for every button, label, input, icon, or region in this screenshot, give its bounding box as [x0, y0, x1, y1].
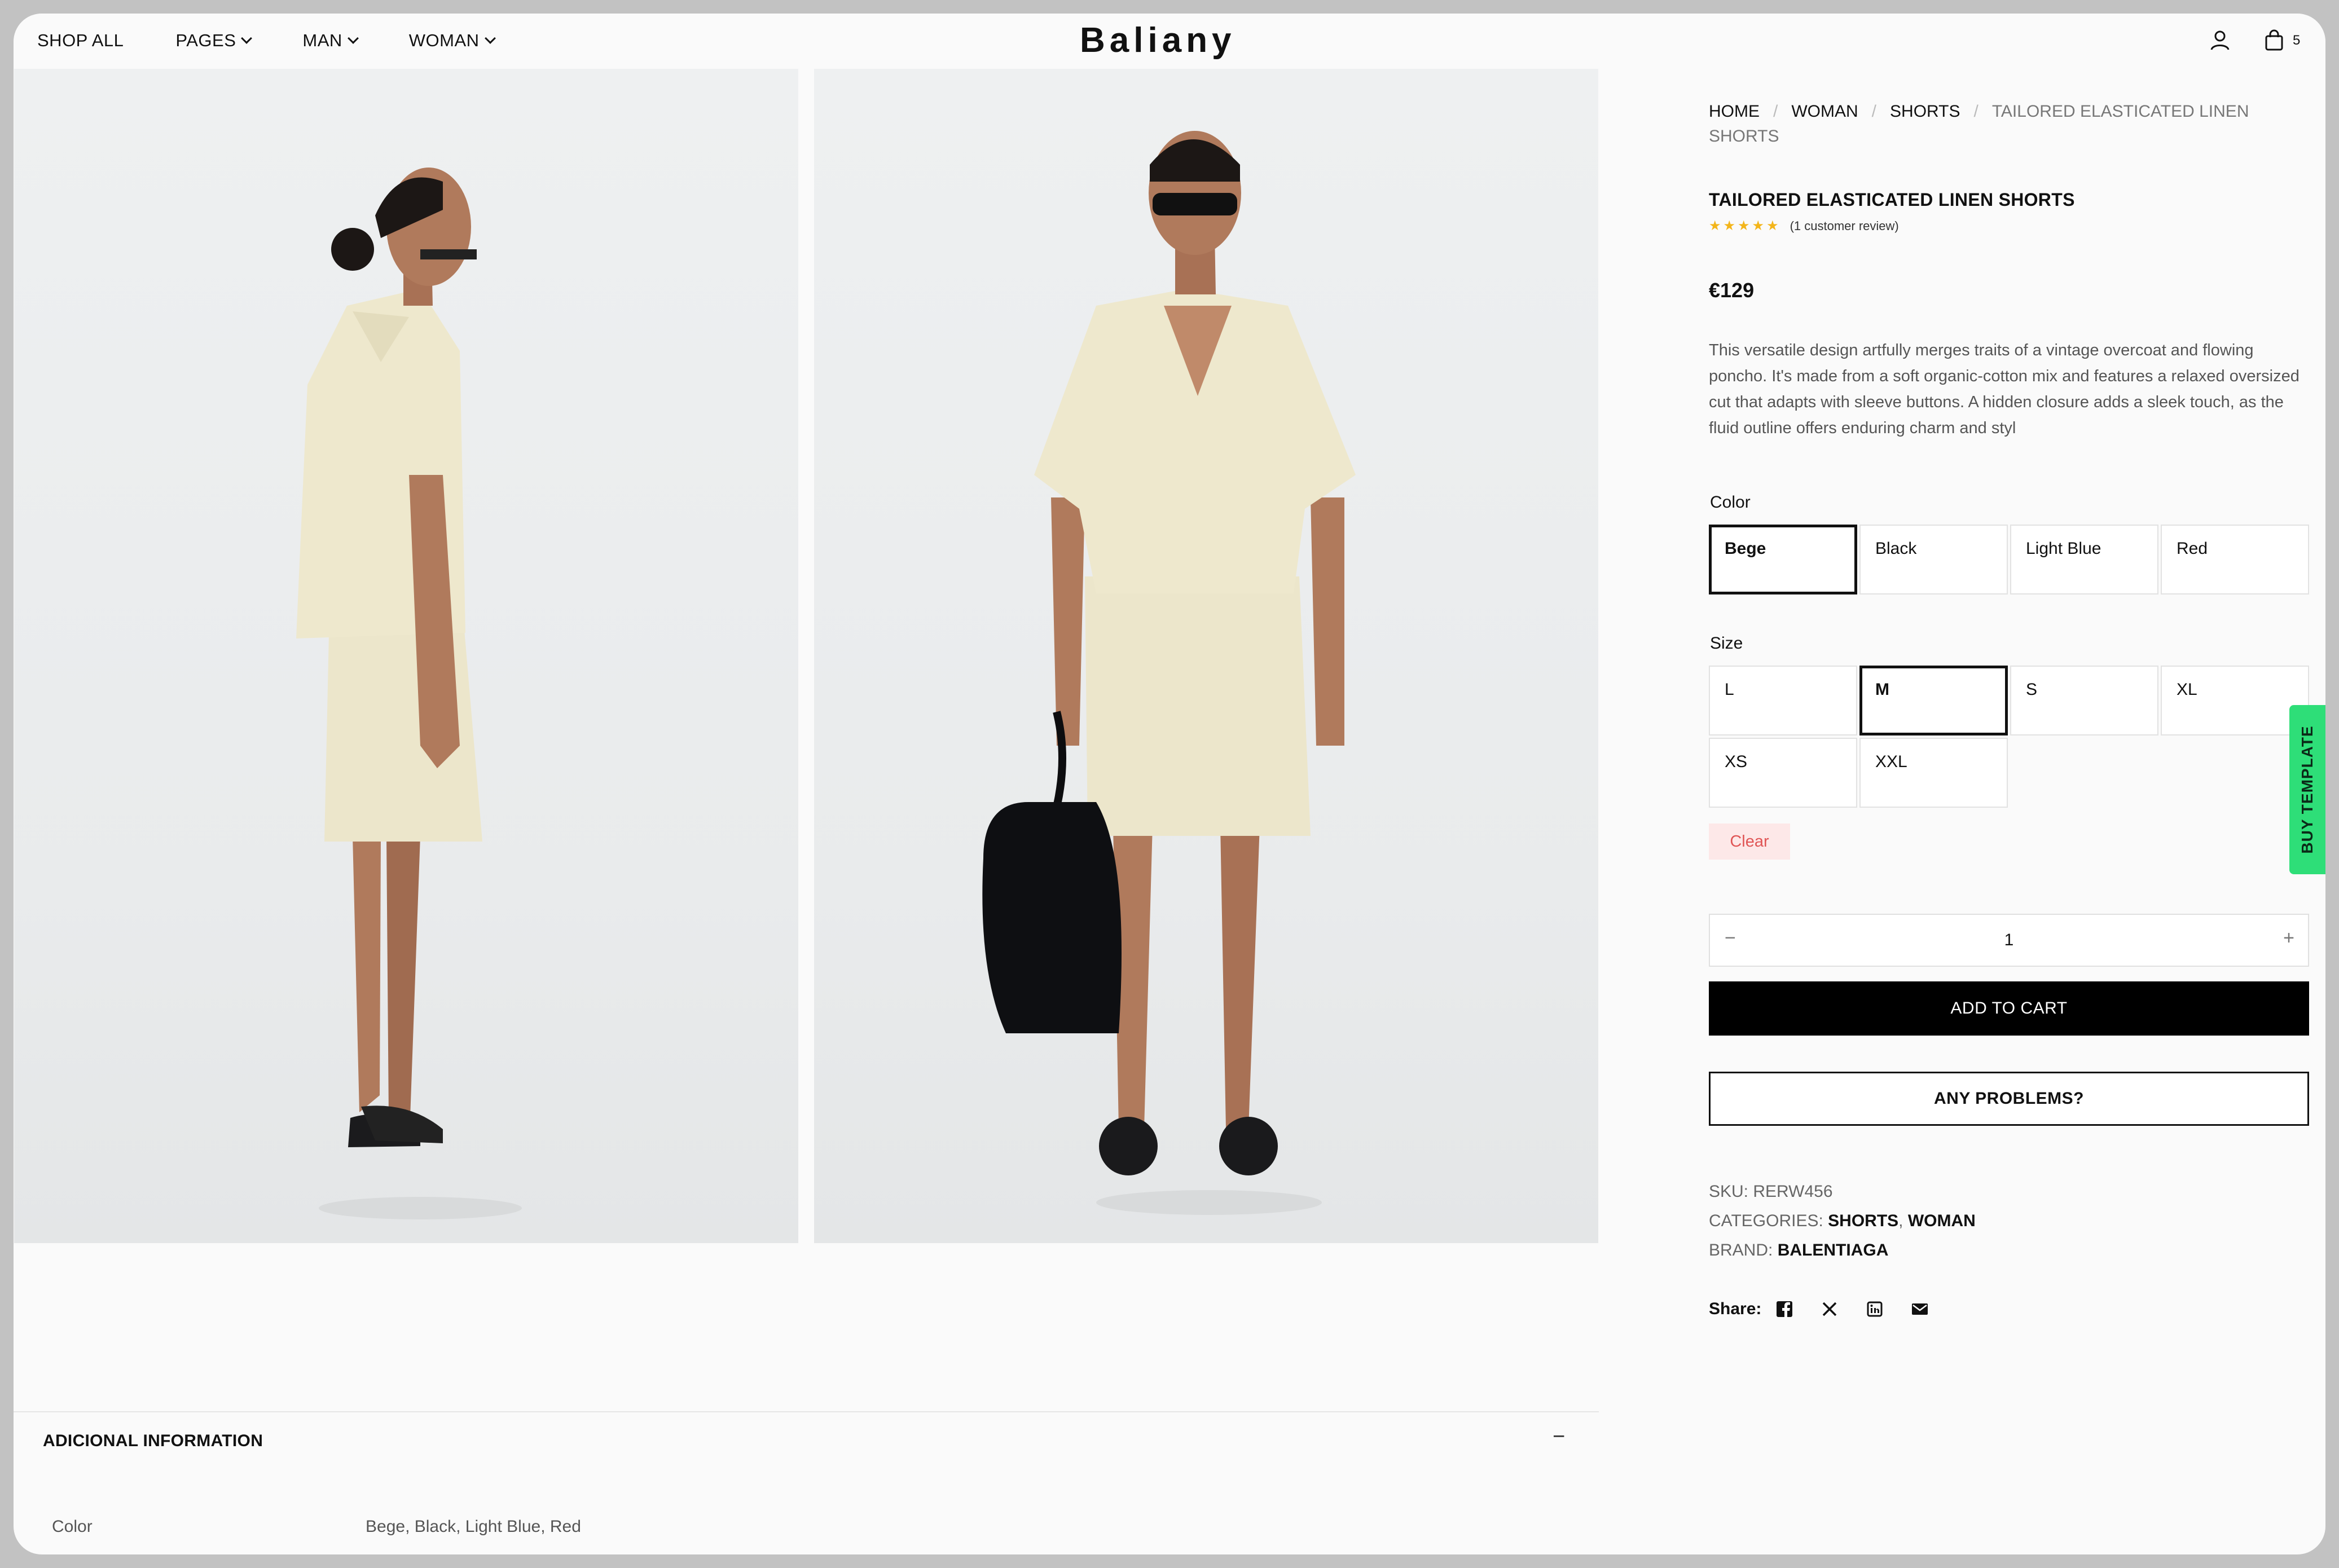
- breadcrumb-separator: /: [1871, 102, 1877, 121]
- product-image-front[interactable]: [814, 69, 1598, 1243]
- size-label: Size: [1710, 634, 1743, 653]
- product-rating: ★ ★ ★ ★ ★ (1 customer review): [1709, 218, 1899, 234]
- breadcrumb-woman[interactable]: WOMAN: [1791, 102, 1858, 121]
- cart-count: 5: [2293, 33, 2301, 48]
- size-option-xxl[interactable]: XXL: [1859, 738, 2008, 808]
- product-sku: SKU: RERW456: [1709, 1182, 1833, 1201]
- share-row: Share:: [1709, 1300, 1957, 1319]
- size-option-xl[interactable]: XL: [2161, 666, 2309, 735]
- chevron-down-icon: [241, 33, 253, 44]
- collapse-toggle-icon[interactable]: −: [1553, 1425, 1565, 1449]
- product-categories: CATEGORIES: SHORTS, WOMAN: [1709, 1212, 1976, 1231]
- site-header: SHOP ALL PAGES MAN WOMAN Baliany 5: [14, 14, 2325, 68]
- sku-value: RERW456: [1753, 1182, 1833, 1201]
- breadcrumb-home[interactable]: HOME: [1709, 102, 1760, 121]
- breadcrumb-current: TAILORED ELASTICATED LINEN SHORTS: [1709, 102, 2249, 146]
- share-label: Share:: [1709, 1300, 1762, 1318]
- breadcrumb: HOME / WOMAN / SHORTS / TAILORED ELASTICATED L…: [1709, 99, 2296, 149]
- user-icon[interactable]: [2209, 29, 2231, 55]
- product-brand: BRAND: BALENTIAGA: [1709, 1241, 1888, 1260]
- star-icon: ★: [1766, 218, 1779, 234]
- color-option-black[interactable]: Black: [1859, 525, 2008, 594]
- info-value-color: Bege, Black, Light Blue, Red: [366, 1517, 581, 1536]
- any-problems-button[interactable]: ANY PROBLEMS?: [1709, 1072, 2309, 1126]
- color-options: Bege Black Light Blue Red: [1709, 525, 2309, 594]
- quantity-stepper: − 1 +: [1709, 914, 2309, 967]
- star-icon: ★: [1709, 218, 1721, 234]
- buy-template-tab[interactable]: BUY TEMPLATE: [2289, 705, 2325, 874]
- clear-selection-button[interactable]: Clear: [1709, 823, 1790, 860]
- size-option-xs[interactable]: XS: [1709, 738, 1857, 808]
- brand-link[interactable]: BALENTIAGA: [1778, 1241, 1889, 1259]
- category-link-shorts[interactable]: SHORTS: [1828, 1212, 1898, 1230]
- email-icon[interactable]: [1911, 1301, 1928, 1318]
- section-divider: [14, 1411, 1599, 1412]
- size-option-s[interactable]: S: [2010, 666, 2158, 735]
- chevron-down-icon: [484, 33, 496, 44]
- browser-window: SHOP ALL PAGES MAN WOMAN Baliany 5 HOME …: [14, 14, 2325, 1554]
- increase-quantity-button[interactable]: +: [2283, 927, 2294, 949]
- buy-template-label: BUY TEMPLATE: [2298, 725, 2316, 854]
- brand-label: BRAND:: [1709, 1241, 1773, 1259]
- size-option-m[interactable]: M: [1859, 666, 2008, 735]
- category-separator: ,: [1898, 1212, 1903, 1230]
- nav-label: MAN: [302, 30, 342, 50]
- product-description: This versatile design artfully merges tr…: [1709, 341, 2300, 437]
- category-link-woman[interactable]: WOMAN: [1908, 1212, 1976, 1230]
- size-option-l[interactable]: L: [1709, 666, 1857, 735]
- linkedin-icon[interactable]: [1866, 1301, 1883, 1318]
- breadcrumb-separator: /: [1773, 102, 1778, 121]
- info-key-color: Color: [52, 1517, 93, 1536]
- quantity-input[interactable]: 1: [1710, 931, 2308, 950]
- star-icon: ★: [1752, 218, 1765, 234]
- breadcrumb-shorts[interactable]: SHORTS: [1890, 102, 1960, 121]
- shopping-bag-icon[interactable]: [2263, 29, 2285, 55]
- color-label: Color: [1710, 493, 1751, 512]
- nav-man[interactable]: MAN: [302, 30, 359, 51]
- star-icon: ★: [1723, 218, 1736, 234]
- facebook-icon[interactable]: [1776, 1301, 1793, 1318]
- sku-label: SKU:: [1709, 1182, 1749, 1201]
- x-icon[interactable]: [1821, 1301, 1838, 1318]
- nav-shop-all[interactable]: SHOP ALL: [37, 30, 124, 51]
- additional-info-title[interactable]: ADICIONAL INFORMATION: [43, 1432, 263, 1451]
- product-image-side[interactable]: [14, 69, 798, 1243]
- chevron-down-icon: [347, 33, 359, 44]
- color-option-light-blue[interactable]: Light Blue: [2010, 525, 2158, 594]
- color-option-bege[interactable]: Bege: [1709, 525, 1857, 594]
- product-title: TAILORED ELASTICATED LINEN SHORTS: [1709, 190, 2075, 210]
- product-price: €129: [1709, 279, 1755, 302]
- add-to-cart-button[interactable]: ADD TO CART: [1709, 981, 2309, 1036]
- star-icon: ★: [1738, 218, 1750, 234]
- main-nav: SHOP ALL PAGES MAN WOMAN: [37, 14, 546, 68]
- categories-label: CATEGORIES:: [1709, 1212, 1823, 1230]
- nav-label: PAGES: [175, 30, 236, 50]
- size-options: L M S XL XS XXL: [1709, 666, 2309, 808]
- nav-label: SHOP ALL: [37, 30, 124, 50]
- nav-label: WOMAN: [408, 30, 480, 50]
- review-count-link[interactable]: (1 customer review): [1790, 219, 1899, 234]
- nav-woman[interactable]: WOMAN: [408, 30, 496, 51]
- site-logo[interactable]: Baliany: [1080, 20, 1236, 60]
- color-option-red[interactable]: Red: [2161, 525, 2309, 594]
- breadcrumb-separator: /: [1973, 102, 1979, 121]
- nav-pages[interactable]: PAGES: [175, 30, 253, 51]
